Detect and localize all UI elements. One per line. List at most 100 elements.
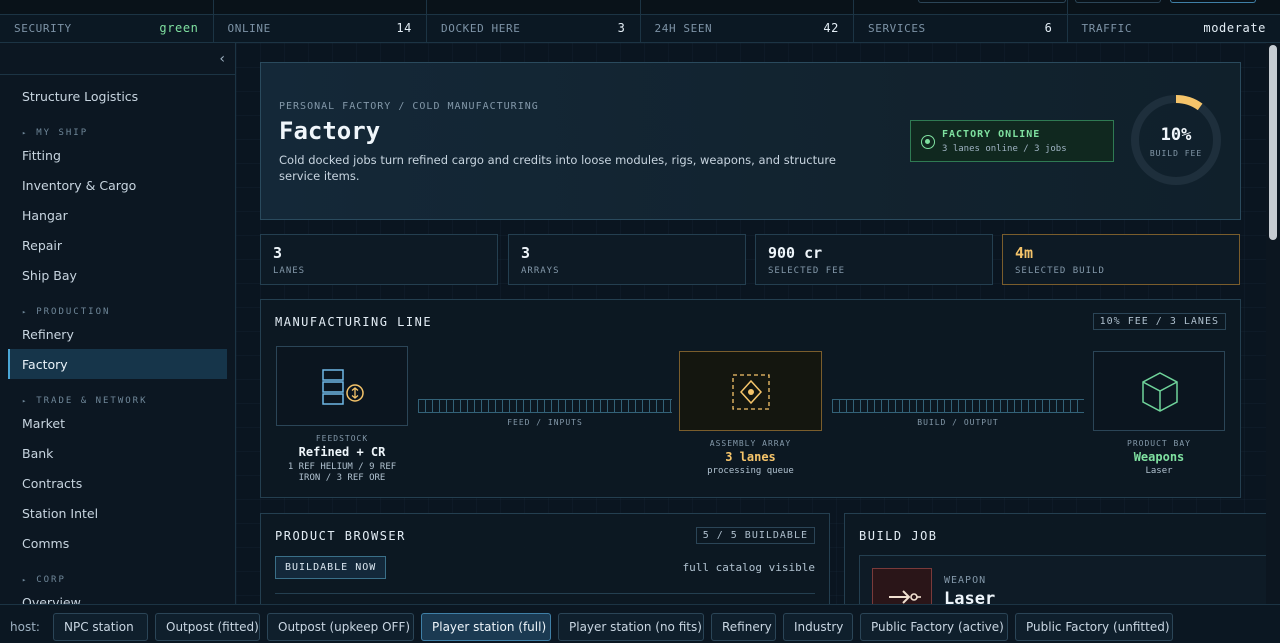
feedstock-node[interactable] <box>276 346 408 426</box>
build-fee-gauge: 10% BUILD FEE <box>1129 93 1223 187</box>
panel-title: BUILD JOB <box>859 529 938 543</box>
sidebar-item-comms[interactable]: Comms <box>8 528 227 558</box>
status-value: 42 <box>823 21 839 35</box>
nav-group-label: MY SHIP <box>36 128 89 138</box>
page-description: Cold docked jobs turn refined cargo and … <box>279 153 836 183</box>
kpi-value: 3 <box>273 244 283 262</box>
breadcrumb: PERSONAL FACTORY / COLD MANUFACTURING <box>279 101 539 112</box>
product-name: Laser <box>944 589 996 604</box>
collapse-sidebar-icon[interactable]: ‹ <box>219 51 225 67</box>
kpi-label: ARRAYS <box>521 266 560 276</box>
sidebar-item-label: Overview <box>22 594 81 605</box>
status-key: TRAFFIC <box>1081 21 1133 35</box>
sidebar-item-label: Hangar <box>22 207 68 223</box>
assembly-value: 3 lanes <box>725 450 776 464</box>
factory-status-title: FACTORY ONLINE <box>942 129 1041 140</box>
kpi-value: 900 cr <box>768 244 823 262</box>
status-value: 14 <box>396 21 412 35</box>
assembly-detail: processing queue <box>707 466 794 476</box>
sidebar-item-hangar[interactable]: Hangar <box>8 200 227 230</box>
status-key: 24H SEEN <box>654 21 713 35</box>
kpi-value: 4m <box>1015 244 1034 262</box>
factory-status-badge: FACTORY ONLINE 3 lanes online / 3 jobs <box>910 120 1114 162</box>
sidebar-item-label: Refinery <box>22 326 74 342</box>
caret-icon: ▸ <box>22 576 29 584</box>
sidebar-item-label: Station Intel <box>22 505 99 521</box>
sidebar-item-label: Contracts <box>22 475 83 491</box>
host-option-npc-station[interactable]: NPC station <box>53 613 148 641</box>
nav-group-trade-network[interactable]: ▸ TRADE & NETWORK <box>22 396 148 406</box>
status-value: 3 <box>617 21 626 35</box>
host-option-industry[interactable]: Industry <box>783 613 853 641</box>
sidebar-item-repair[interactable]: Repair <box>8 230 227 260</box>
kpi-value: 3 <box>521 244 531 262</box>
sidebar-item-factory[interactable]: Factory <box>8 349 227 379</box>
divider <box>275 593 815 594</box>
sidebar-item-ship-bay[interactable]: Ship Bay <box>8 260 227 290</box>
host-option-refinery[interactable]: Refinery <box>711 613 776 641</box>
host-option-outpost-upkeep-off[interactable]: Outpost (upkeep OFF) <box>267 613 414 641</box>
nav-group-corp[interactable]: ▸ CORP <box>22 575 66 585</box>
scrollbar-thumb[interactable] <box>1269 45 1277 240</box>
feedstock-inputs: 1 REF HELIUM / 9 REF IRON / 3 REF ORE <box>287 462 397 483</box>
laser-icon <box>889 590 921 604</box>
selected-product-card[interactable]: WEAPON Laser <box>859 555 1266 604</box>
sidebar-item-label: Repair <box>22 237 63 253</box>
host-option-public-factory-active[interactable]: Public Factory (active) <box>860 613 1008 641</box>
divider <box>0 74 235 75</box>
status-value: moderate <box>1203 21 1266 35</box>
host-option-public-factory-unfitted[interactable]: Public Factory (unfitted) <box>1015 613 1173 641</box>
product-bay-label: PRODUCT BAY <box>1127 439 1191 448</box>
status-online: ONLINE 14 <box>214 0 427 42</box>
sidebar-item-label: Bank <box>22 445 54 461</box>
status-key: SECURITY <box>14 21 72 35</box>
nav-group-my-ship[interactable]: ▸ MY SHIP <box>22 128 88 138</box>
nav-group-label: CORP <box>36 575 66 585</box>
status-value: 6 <box>1044 21 1053 35</box>
buildable-count-chip: 5 / 5 BUILDABLE <box>695 527 815 544</box>
sidebar-item-bank[interactable]: Bank <box>8 438 227 468</box>
host-option-player-station-full[interactable]: Player station (full) <box>421 613 551 641</box>
status-key: SERVICES <box>868 21 926 35</box>
kpi-label: SELECTED FEE <box>768 266 846 276</box>
host-selector-bar: host: NPC station Outpost (fitted) Outpost… <box>0 604 1280 643</box>
factory-hero: PERSONAL FACTORY / COLD MANUFACTURING Fa… <box>260 62 1241 220</box>
cube-icon <box>1142 372 1178 412</box>
status-value: green <box>159 21 199 35</box>
sidebar-item-market[interactable]: Market <box>8 408 227 438</box>
caret-icon: ▸ <box>22 397 29 405</box>
sidebar-item-inventory-cargo[interactable]: Inventory & Cargo <box>8 170 227 200</box>
nav-group-production[interactable]: ▸ PRODUCTION <box>22 307 110 317</box>
host-option-player-station-no-fits[interactable]: Player station (no fits) <box>558 613 704 641</box>
host-option-outpost-fitted[interactable]: Outpost (fitted) <box>155 613 260 641</box>
sidebar-item-contracts[interactable]: Contracts <box>8 468 227 498</box>
product-bay-node[interactable] <box>1093 351 1225 431</box>
sidebar-item-label: Structure Logistics <box>22 88 139 104</box>
sidebar-item-label: Inventory & Cargo <box>22 177 137 193</box>
main-content: PERSONAL FACTORY / COLD MANUFACTURING Fa… <box>236 43 1266 604</box>
host-label: host: <box>10 620 40 634</box>
sidebar-item-label: Ship Bay <box>22 267 77 283</box>
sidebar-item-structure-logistics[interactable]: Structure Logistics <box>8 81 227 111</box>
kpi-arrays: 3 ARRAYS <box>508 234 746 285</box>
sidebar-item-label: Factory <box>22 356 68 372</box>
sidebar-item-overview[interactable]: Overview <box>8 587 227 605</box>
sidebar-item-refinery[interactable]: Refinery <box>8 319 227 349</box>
gauge-label: BUILD FEE <box>1149 149 1203 158</box>
sidebar-item-station-intel[interactable]: Station Intel <box>8 498 227 528</box>
page-scrollbar[interactable] <box>1266 43 1280 604</box>
assembly-label: ASSEMBLY ARRAY <box>709 439 792 448</box>
feedstock-value: Refined + CR <box>298 445 386 459</box>
feedstock-icon <box>322 369 364 405</box>
assembly-array-node[interactable] <box>679 351 822 431</box>
status-bar: SECURITY green ONLINE 14 DOCKED HERE 3 24H SEE… <box>0 0 1280 43</box>
sidebar-item-label: Comms <box>22 535 70 551</box>
nav-group-label: TRADE & NETWORK <box>36 396 148 406</box>
buildable-now-filter-button[interactable]: BUILDABLE NOW <box>275 556 387 579</box>
kpi-selected-build: 4m SELECTED BUILD <box>1002 234 1240 285</box>
sidebar-item-fitting[interactable]: Fitting <box>8 140 227 170</box>
manufacturing-line-panel: MANUFACTURING LINE 10% FEE / 3 LANES FEE… <box>260 299 1241 498</box>
catalog-note: full catalog visible <box>682 561 815 574</box>
product-thumb <box>872 568 932 604</box>
kpi-label: LANES <box>273 266 306 276</box>
